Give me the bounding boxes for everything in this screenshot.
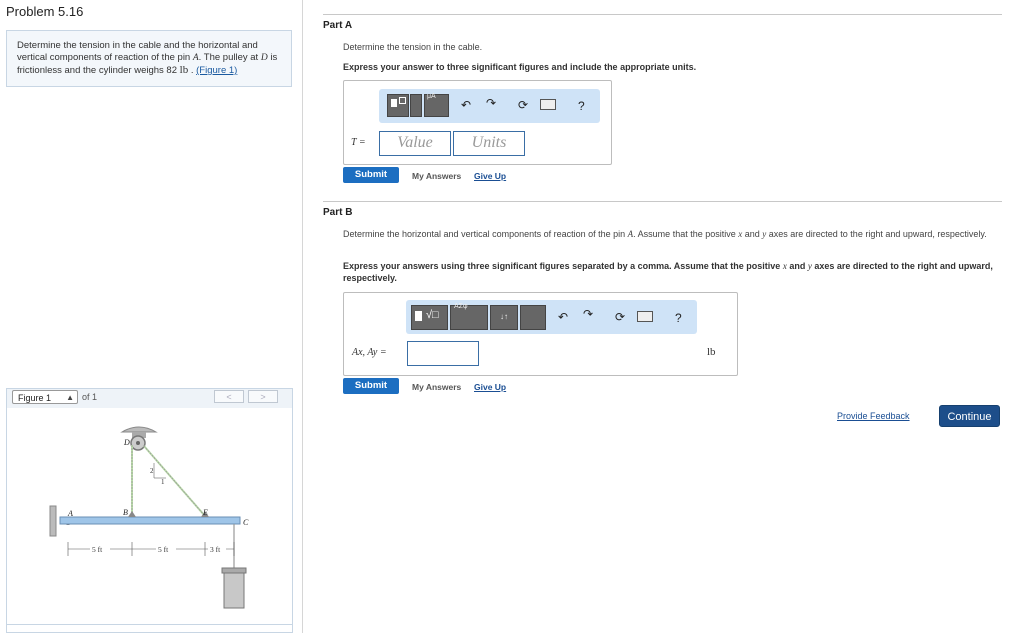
figure-diagram: 2 1 A B C D E 5 ft 5 ft 3 ft: [49, 426, 249, 609]
part-a-title: Part A: [323, 20, 353, 31]
greek-symbols-icon[interactable]: AΣφ: [450, 303, 488, 330]
part-b-question-1: Determine the horizontal and vertical co…: [343, 229, 628, 239]
reset-icon[interactable]: ⟳: [615, 310, 625, 324]
next-figure-button[interactable]: >: [248, 390, 278, 403]
wall: [49, 505, 57, 537]
part-a-divider: [323, 14, 1002, 15]
templates-icon[interactable]: √□: [411, 305, 448, 330]
part-a-my-answers[interactable]: My Answers: [412, 171, 461, 181]
pulley-symbol: D: [260, 53, 268, 63]
part-b-my-answers[interactable]: My Answers: [412, 382, 461, 392]
label-c: C: [243, 518, 249, 527]
slope-label-2: 2: [150, 467, 154, 475]
continue-button[interactable]: Continue: [939, 405, 1000, 427]
vector-notation-icon[interactable]: [520, 305, 546, 330]
keyboard-icon[interactable]: [637, 311, 653, 322]
label-a: A: [67, 509, 73, 518]
prev-figure-button[interactable]: <: [214, 390, 244, 403]
part-b-question-2: . Assume that the positive: [633, 229, 739, 239]
weight-unit: lb: [179, 64, 189, 76]
figure-count: of 1: [82, 392, 98, 402]
components-input[interactable]: [407, 341, 479, 366]
cylinder: [223, 567, 245, 609]
reset-icon[interactable]: ⟳: [518, 98, 528, 112]
figure-select-value: Figure 1: [18, 393, 52, 403]
help-icon[interactable]: ?: [578, 99, 585, 113]
part-a-var-label: T =: [351, 137, 366, 148]
part-a-question: Determine the tension in the cable.: [343, 42, 483, 52]
problem-statement: Determine the tension in the cable and t…: [6, 30, 292, 87]
cable-sloped-rope: [143, 445, 206, 517]
part-b-unit: lb: [707, 346, 716, 358]
part-b-instruction: Express your answers using three signifi…: [343, 260, 993, 284]
units-input[interactable]: Units: [453, 131, 525, 156]
problem-title: Problem 5.16: [6, 4, 84, 19]
part-a-instruction: Express your answer to three significant…: [343, 62, 697, 72]
slope-label-1: 1: [161, 478, 165, 486]
part-b-question: Determine the horizontal and vertical co…: [343, 228, 993, 240]
select-arrows-icon: ▲︎: [66, 393, 74, 402]
templates-icon[interactable]: [387, 94, 409, 117]
help-icon[interactable]: ?: [675, 311, 682, 325]
dim-label-2: 5 ft: [158, 545, 169, 554]
part-b-var-label: Ax, Ay =: [352, 347, 387, 358]
label-d: D: [123, 438, 130, 447]
part-b-question-4: axes are directed to the right and upwar…: [766, 229, 987, 239]
value-input[interactable]: Value: [379, 131, 451, 156]
figure-select[interactable]: Figure 1 ▲︎: [12, 390, 78, 404]
part-b-divider: [323, 201, 1002, 202]
redo-icon[interactable]: ↷: [486, 96, 496, 110]
part-b-instruction-1: Express your answers using three signifi…: [343, 261, 783, 271]
vector-icon[interactable]: ↓↑: [490, 305, 518, 330]
keyboard-icon[interactable]: [540, 99, 556, 110]
beam: [59, 516, 241, 525]
greek-symbols-icon[interactable]: μA: [424, 93, 449, 117]
problem-text-4: .: [188, 65, 197, 76]
ceiling-support: [120, 426, 158, 433]
part-a-submit-button[interactable]: Submit: [343, 167, 399, 183]
cylinder-top: [221, 567, 247, 574]
provide-feedback-link[interactable]: Provide Feedback: [837, 411, 910, 421]
part-b-give-up[interactable]: Give Up: [474, 382, 506, 392]
part-a-give-up[interactable]: Give Up: [474, 171, 506, 181]
part-b-question-3: and: [742, 229, 763, 239]
connector-b: [128, 511, 136, 517]
redo-icon[interactable]: ↷: [583, 307, 593, 321]
problem-text-2: . The pulley at: [198, 52, 261, 63]
dim-label-3: 3 ft: [210, 545, 221, 554]
part-b-title: Part B: [323, 207, 353, 218]
column-divider: [302, 0, 303, 633]
part-b-instruction-2: and: [786, 261, 808, 271]
undo-icon[interactable]: ↶: [558, 310, 568, 324]
figure-link[interactable]: (Figure 1): [196, 65, 237, 76]
pulley-axle: [136, 441, 140, 445]
label-e: E: [202, 508, 208, 517]
dim-label-1: 5 ft: [92, 545, 103, 554]
part-b-submit-button[interactable]: Submit: [343, 378, 399, 394]
label-b: B: [123, 508, 128, 517]
template-power-icon[interactable]: [410, 94, 422, 117]
figure-bottom-line: [7, 624, 292, 625]
undo-icon[interactable]: ↶: [461, 98, 471, 112]
